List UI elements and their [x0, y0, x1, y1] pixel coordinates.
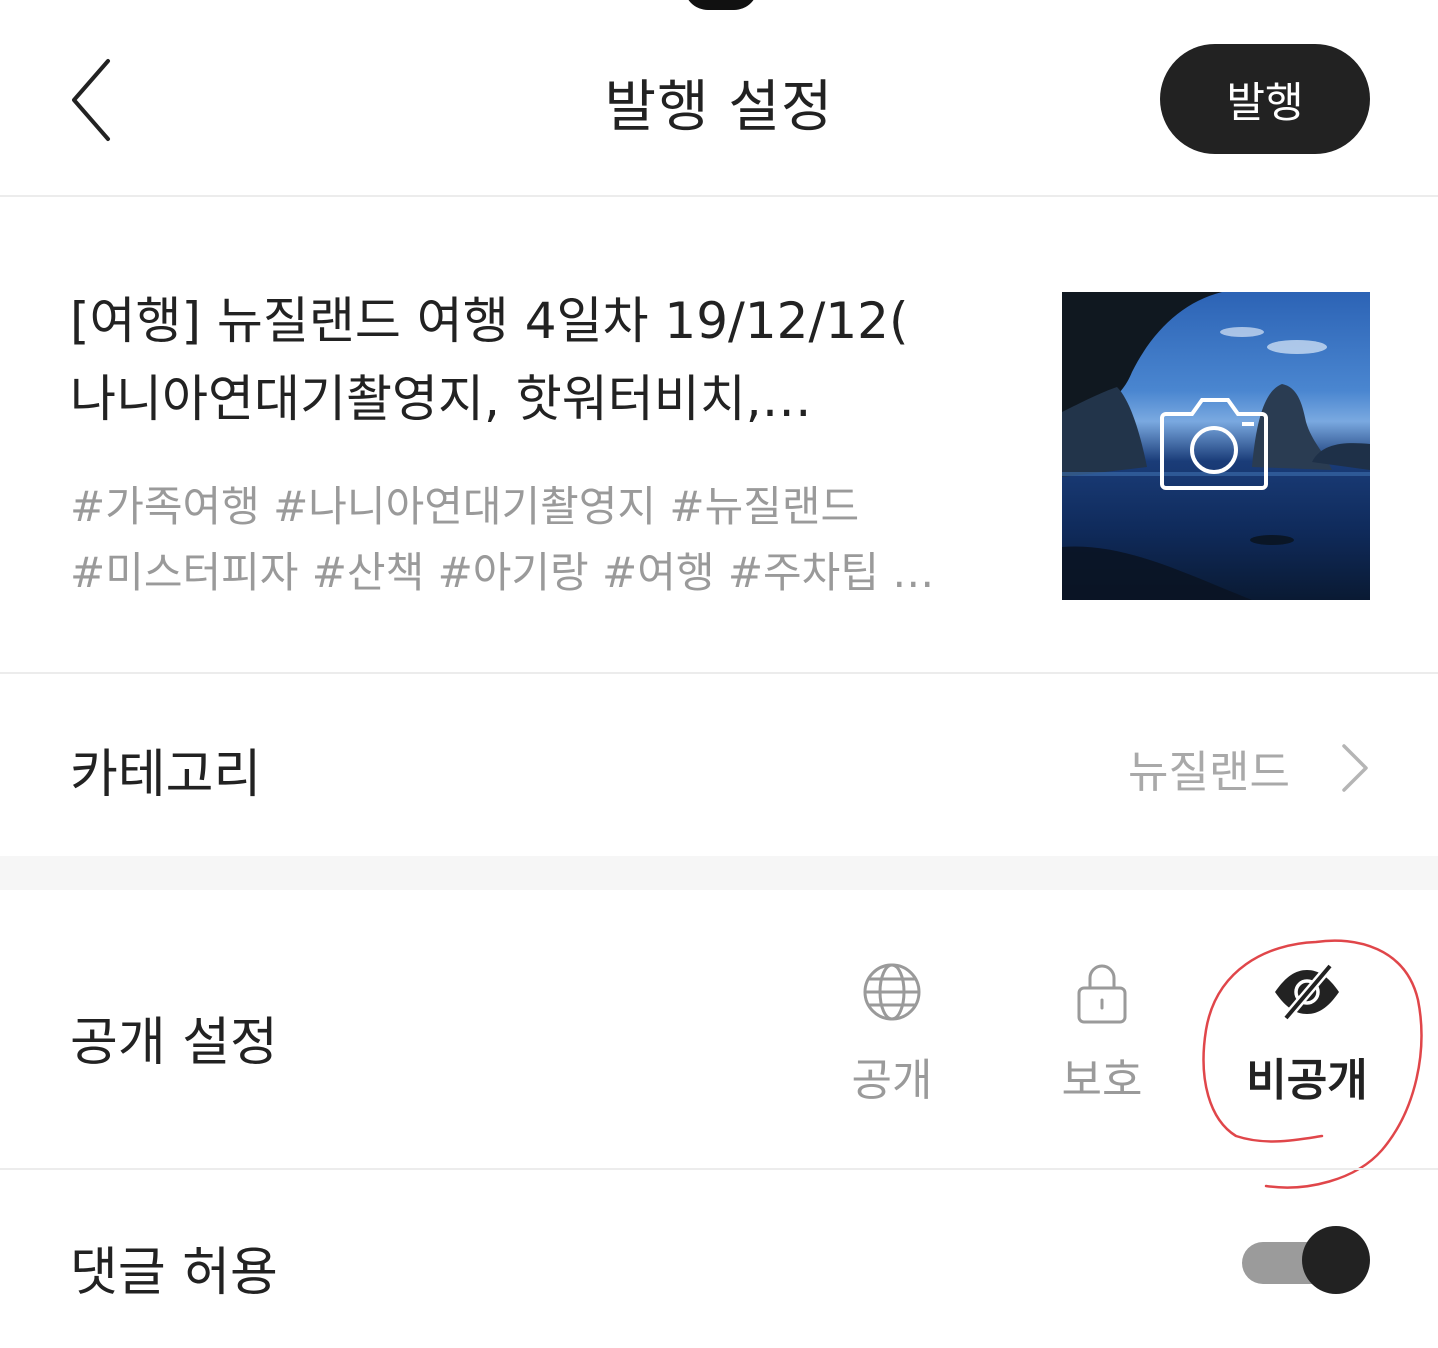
- post-tags[interactable]: #가족여행 #나니아연대기촬영지 #뉴질랜드 #미스터피자 #산책 #아기랑 #…: [70, 474, 1000, 606]
- post-title[interactable]: [여행] 뉴질랜드 여행 4일차 19/12/12( 나니아연대기촬영지, 핫워…: [70, 282, 1000, 438]
- camera-icon: [1160, 398, 1268, 490]
- visibility-option-protected[interactable]: 보호: [1042, 960, 1162, 1108]
- visibility-label: 공개 설정: [70, 1013, 278, 1073]
- visibility-option-label: 공개: [851, 1055, 933, 1106]
- post-thumbnail[interactable]: [1062, 292, 1370, 600]
- publish-button[interactable]: 발행: [1160, 44, 1370, 154]
- comments-toggle[interactable]: [1240, 1226, 1372, 1298]
- post-title-line: 나니아연대기촬영지, 핫워터비치,…: [70, 370, 812, 428]
- comments-label: 댓글 허용: [70, 1243, 278, 1303]
- header-divider: [0, 195, 1438, 197]
- chevron-right-icon[interactable]: [1336, 740, 1376, 796]
- section-divider: [0, 1168, 1438, 1170]
- section-gap: [0, 856, 1438, 890]
- globe-icon: [863, 963, 921, 1021]
- category-value[interactable]: 뉴질랜드: [1128, 736, 1290, 800]
- visibility-option-label: 보호: [1061, 1055, 1143, 1106]
- tags-line: #가족여행 #나니아연대기촬영지 #뉴질랜드: [70, 482, 860, 531]
- tags-line: #미스터피자 #산책 #아기랑 #여행 #주차팁 …: [70, 548, 935, 597]
- annotation-circle: [1202, 939, 1423, 1189]
- lock-icon: [1077, 964, 1127, 1024]
- toggle-knob: [1302, 1226, 1370, 1294]
- camera-notch: [684, 0, 758, 10]
- post-title-line: [여행] 뉴질랜드 여행 4일차 19/12/12(: [70, 292, 909, 350]
- category-label: 카테고리: [70, 745, 262, 805]
- section-divider: [0, 672, 1438, 674]
- visibility-option-public[interactable]: 공개: [832, 960, 952, 1108]
